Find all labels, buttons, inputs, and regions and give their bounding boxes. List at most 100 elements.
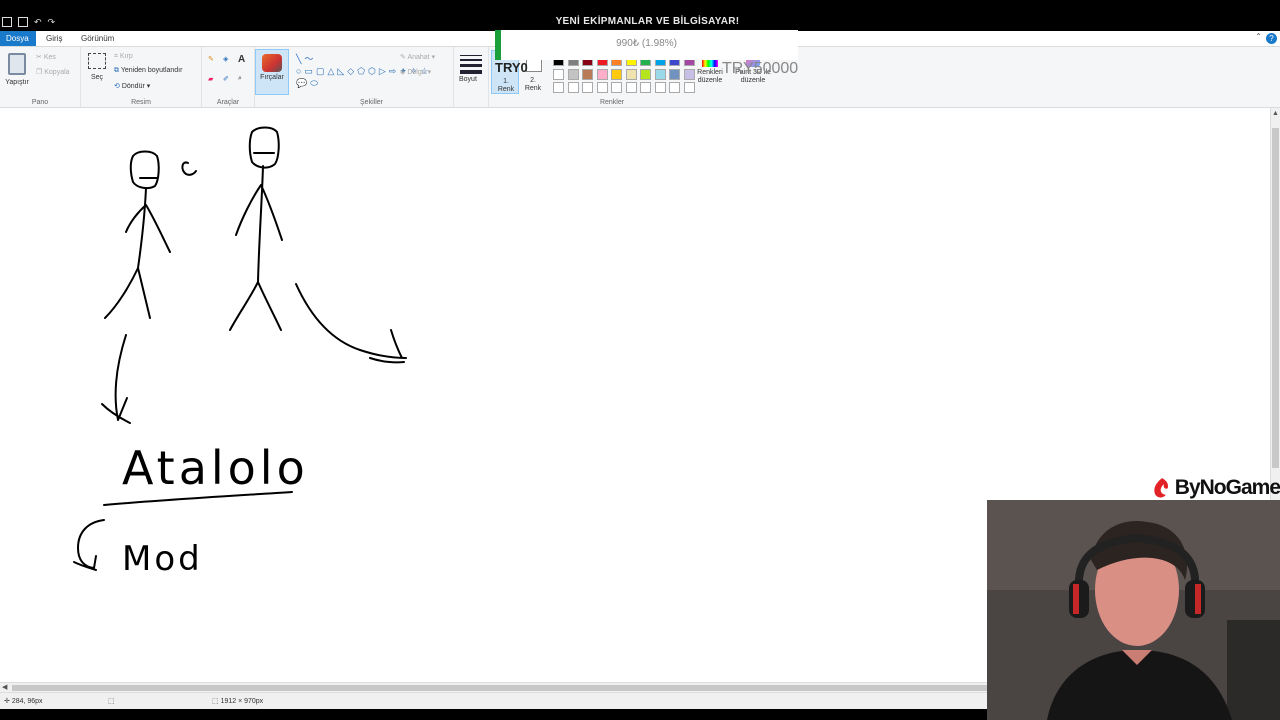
help-icon[interactable]: ? xyxy=(1266,33,1277,44)
pencil-icon[interactable]: ✎ xyxy=(208,55,214,63)
size-button[interactable]: Boyut xyxy=(454,47,489,107)
palette-swatch[interactable] xyxy=(654,68,666,80)
brand-name: ByNoGame xyxy=(1174,476,1280,499)
tab-view[interactable]: Görünüm xyxy=(75,31,120,46)
palette-swatch[interactable] xyxy=(669,68,680,80)
palette-swatch[interactable] xyxy=(553,68,564,80)
canvas-mod-text: Mod xyxy=(122,539,203,579)
canvas-size-value: 1912 × 970px xyxy=(220,698,264,705)
cursor-position-value: 284, 96px xyxy=(11,698,43,705)
scroll-up-icon[interactable]: ▲ xyxy=(1272,110,1279,117)
vertical-scroll-thumb[interactable] xyxy=(1272,128,1279,468)
arrow-down xyxy=(101,334,131,424)
image-group-label: Resim xyxy=(131,99,151,106)
palette-swatch[interactable] xyxy=(683,68,695,80)
shapes-gallery[interactable]: ╲〜○▭▢△◺◇⬠⬡▷⇨✦✧☆💬⬭ xyxy=(296,53,429,89)
palette-swatch[interactable] xyxy=(567,82,579,93)
size-icon xyxy=(460,55,482,74)
brushes-label: Fırçalar xyxy=(260,74,284,81)
arrow-right xyxy=(295,283,407,364)
image-group: Seç ⌗ Kırp ⧉ Yeniden boyutlandır ⟲ Döndü… xyxy=(81,47,202,107)
colors-group-label: Renkler xyxy=(599,99,625,106)
copy-label: Kopyala xyxy=(44,69,70,76)
magnifier-icon[interactable]: ⌕ xyxy=(238,75,242,83)
rotate-button[interactable]: ⟲ Döndür ▾ xyxy=(114,82,150,90)
selection-size-icon: ⬚ xyxy=(108,698,115,705)
cut-button[interactable]: ✂ Kes xyxy=(36,53,56,61)
clipboard-group-label: Pano xyxy=(31,99,49,106)
webcam-person-image xyxy=(987,500,1280,720)
palette-swatch[interactable] xyxy=(625,68,637,80)
crop-button[interactable]: ⌗ Kırp xyxy=(114,53,133,61)
palette-swatch[interactable] xyxy=(654,82,666,93)
cursor-position: ✛ 284, 96px xyxy=(4,698,43,705)
figure2-head xyxy=(248,126,280,169)
brand-flame-icon xyxy=(1154,478,1169,498)
palette-swatch[interactable] xyxy=(640,82,651,93)
figure2-body xyxy=(229,165,283,331)
title-bar: ↶ ↷ YENİ EKİPMANLAR VE BİLGİSAYAR! xyxy=(0,0,1280,31)
webcam-feed xyxy=(987,500,1280,720)
palette-swatch[interactable] xyxy=(611,68,622,80)
figure1-body xyxy=(104,187,171,319)
fill-icon[interactable]: ◈ xyxy=(223,55,228,63)
paste-label: Yapıştır xyxy=(5,79,29,86)
donation-min-label: TRY0 xyxy=(495,60,528,75)
cut-label: Kes xyxy=(43,54,56,61)
palette-swatch[interactable] xyxy=(611,82,622,93)
edit-colors-label: Renkleri düzenle xyxy=(697,69,723,84)
palette-swatch[interactable] xyxy=(596,68,608,80)
outline-label: Anahat xyxy=(407,54,430,61)
fill-button[interactable]: ◈ Dolgu ▾ xyxy=(400,68,431,76)
palette-swatch[interactable] xyxy=(582,82,593,93)
canvas-size: ⬚ 1912 × 970px xyxy=(212,698,264,705)
resize-button[interactable]: ⧉ Yeniden boyutlandır xyxy=(114,67,182,75)
scroll-left-icon[interactable]: ◀ xyxy=(2,683,7,691)
donation-goal-text: 990₺ (1.98%) xyxy=(616,38,677,49)
clipboard-group: Yapıştır ✂ Kes ❐ Kopyala Pano xyxy=(0,47,81,107)
palette-swatch[interactable] xyxy=(582,68,593,80)
outline-button[interactable]: ✎ Anahat ▾ xyxy=(400,53,435,61)
color-picker-icon[interactable]: ✐ xyxy=(223,75,229,83)
fill-label: Dolgu xyxy=(407,69,426,76)
brush-icon xyxy=(262,54,282,72)
copy-button[interactable]: ❐ Kopyala xyxy=(36,68,70,76)
palette-swatch[interactable] xyxy=(596,82,608,93)
tab-file[interactable]: Dosya xyxy=(0,31,36,46)
shapes-group-label: Şekiller xyxy=(360,99,383,106)
loop-arrow xyxy=(73,519,105,571)
size-label: Boyut xyxy=(459,76,477,83)
paste-button[interactable]: Yapıştır xyxy=(4,51,30,86)
palette-swatch[interactable] xyxy=(567,68,579,80)
donation-goal-overlay: 990₺ (1.98%) xyxy=(495,30,798,60)
palette-swatch[interactable] xyxy=(625,82,637,93)
tools-group-label: Araçlar xyxy=(216,99,240,106)
palette-swatch[interactable] xyxy=(553,82,564,93)
text-icon[interactable]: A xyxy=(238,54,245,65)
clipboard-icon xyxy=(8,53,26,75)
canvas-word: Atalolo xyxy=(122,441,309,495)
select-button[interactable]: Seç xyxy=(87,53,107,81)
donation-max-label: TRY50000 xyxy=(722,60,799,77)
collapse-ribbon-icon[interactable]: ⌃ xyxy=(1255,32,1262,41)
eraser-icon[interactable]: ▰ xyxy=(208,75,213,83)
rotate-label: Döndür xyxy=(121,83,145,90)
tab-home[interactable]: Giriş xyxy=(40,31,68,46)
select-label: Seç xyxy=(90,74,104,81)
figure1-head xyxy=(129,150,160,190)
crop-label: Kırp xyxy=(119,53,133,60)
select-icon xyxy=(88,53,106,69)
horizontal-scroll-thumb[interactable] xyxy=(12,685,987,691)
palette-swatch[interactable] xyxy=(669,82,680,93)
window-title: YENİ EKİPMANLAR VE BİLGİSAYAR! xyxy=(555,16,740,27)
brand-logo: ByNoGame xyxy=(1150,476,1280,500)
tools-group: ✎ ◈ A ▰ ✐ ⌕ Araçlar xyxy=(202,47,255,107)
palette-swatch[interactable] xyxy=(640,68,651,80)
figure1-speech-mark xyxy=(181,161,197,176)
palette-swatch[interactable] xyxy=(683,82,695,93)
resize-label: Yeniden boyutlandır xyxy=(120,67,183,74)
color1-label: 1. Renk xyxy=(497,78,515,93)
shapes-group: ╲〜○▭▢△◺◇⬠⬡▷⇨✦✧☆💬⬭ ✎ Anahat ▾ ◈ Dolgu ▾ Ş… xyxy=(290,47,454,107)
color2-label: 2. Renk xyxy=(524,77,542,92)
brushes-button[interactable]: Fırçalar xyxy=(255,49,289,95)
